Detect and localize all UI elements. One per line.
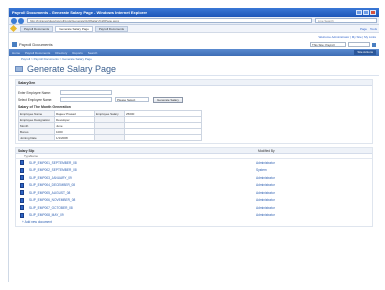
nav-item-home[interactable]: Home xyxy=(12,51,20,55)
word-document-icon xyxy=(20,167,24,173)
sharepoint-header: Payroll Documents This Site: Payroll xyxy=(9,40,379,49)
select-employee-label: Select Employee Name: xyxy=(18,97,53,102)
file-name-link[interactable]: SLIP_EMP003_JANUARY_09 xyxy=(29,176,256,180)
tab-bar: Payroll Documents Generate Salary Page P… xyxy=(9,24,379,33)
site-search-input[interactable] xyxy=(348,42,370,47)
enter-employee-label: Enter Employee Name: xyxy=(18,90,51,95)
word-document-icon xyxy=(20,197,24,203)
word-document-icon xyxy=(20,190,24,196)
file-name-link[interactable]: SLIP_EMP007_OCTOBER_08 xyxy=(29,206,256,210)
table-cell: 1/1/2008 xyxy=(54,134,95,141)
browser-window: Payroll Documents - Generate Salary Page… xyxy=(8,8,379,282)
salary-form: Enter Employee Name: Select Employee Nam… xyxy=(16,86,372,143)
modified-by-link[interactable]: Administrator xyxy=(256,161,275,165)
salary-slip-library: Salary Slip Modified By Type Name SLIP_E… xyxy=(15,147,373,227)
list-item[interactable]: SLIP_EMP002_SEPTEMBER_08 System xyxy=(16,167,372,175)
file-name-link[interactable]: SLIP_EMP002_SEPTEMBER_08 xyxy=(29,168,256,172)
word-document-icon xyxy=(20,160,24,166)
browser-tab-1[interactable]: Payroll Documents xyxy=(20,25,54,32)
page-title: Generate Salary Page xyxy=(27,63,117,74)
list-item[interactable]: SLIP_EMP004_DECEMBER_08 Administrator xyxy=(16,182,372,190)
library-title[interactable]: Salary Slip xyxy=(18,148,258,153)
nav-item-search[interactable]: Search xyxy=(88,51,98,55)
site-search: This Site: Payroll xyxy=(310,42,376,47)
command-bar: Page Tools xyxy=(360,27,377,31)
salary-gen-webpart: SalaryGen Enter Employee Name: Select Em… xyxy=(15,79,373,144)
maximize-icon[interactable] xyxy=(363,10,369,15)
table-row: Joining Date 1/1/2008 xyxy=(18,134,202,141)
window-title-bar: Payroll Documents - Generate Salary Page… xyxy=(9,8,379,17)
table-cell xyxy=(124,134,202,141)
file-name-link[interactable]: SLIP_EMP006_NOVEMBER_08 xyxy=(29,198,256,202)
page-title-row: Generate Salary Page xyxy=(9,62,379,76)
sharepoint-top-bar: Welcome Administrator | My Site | My Lin… xyxy=(9,33,379,40)
nav-item-payroll[interactable]: Payroll Documents xyxy=(25,51,50,55)
page-icon xyxy=(15,65,23,72)
word-document-icon xyxy=(20,212,24,218)
site-actions-button[interactable]: Site Actions xyxy=(354,50,376,55)
address-bar: http://intranet/sites/payroll/Lists/Gene… xyxy=(9,17,379,25)
list-item[interactable]: SLIP_EMP007_OCTOBER_08 Administrator xyxy=(16,204,372,212)
word-document-icon xyxy=(20,182,24,188)
nav-item-reports[interactable]: Reports xyxy=(72,51,83,55)
file-name-link[interactable]: SLIP_EMP005_AUGUST_08 xyxy=(29,191,256,195)
url-input[interactable]: http://intranet/sites/payroll/Lists/Gene… xyxy=(27,18,312,23)
word-document-icon xyxy=(20,205,24,211)
welcome-menu[interactable]: Welcome Administrator | My Site | My Lin… xyxy=(318,35,376,39)
employee-filter-input[interactable] xyxy=(60,97,112,102)
salary-section-title: Salary of The Month Generation xyxy=(18,105,71,109)
modified-by-link[interactable]: Administrator xyxy=(256,213,275,217)
generate-salary-button[interactable]: Generate Salary xyxy=(153,96,183,103)
file-name-link[interactable]: SLIP_EMP001_SEPTEMBER_08 xyxy=(29,161,256,165)
employee-name-input[interactable] xyxy=(60,90,112,95)
window-controls xyxy=(356,10,376,15)
site-logo-icon xyxy=(12,42,17,47)
list-item[interactable]: SLIP_EMP006_NOVEMBER_08 Administrator xyxy=(16,197,372,205)
search-scope-select[interactable]: This Site: Payroll xyxy=(310,42,346,47)
modified-by-link[interactable]: Administrator xyxy=(256,206,275,210)
table-cell xyxy=(94,134,125,141)
favorites-star-icon[interactable] xyxy=(9,24,18,33)
minimize-icon[interactable] xyxy=(356,10,362,15)
browser-tab-2[interactable]: Generate Salary Page xyxy=(55,25,93,32)
list-item[interactable]: SLIP_EMP008_MAY_09 Administrator xyxy=(16,212,372,220)
table-cell: Joining Date xyxy=(18,134,55,141)
modified-by-link[interactable]: Administrator xyxy=(256,191,275,195)
file-name-link[interactable]: SLIP_EMP008_MAY_09 xyxy=(29,213,256,217)
modified-by-link[interactable]: Administrator xyxy=(256,176,275,180)
modified-by-link[interactable]: System xyxy=(256,168,267,172)
browser-tab-3[interactable]: Payroll Documents xyxy=(94,25,129,32)
back-icon[interactable] xyxy=(11,17,17,24)
file-name-link[interactable]: SLIP_EMP004_DECEMBER_08 xyxy=(29,183,256,187)
modified-by-link[interactable]: Administrator xyxy=(256,183,275,187)
browser-search-input[interactable]: Live Search xyxy=(315,18,377,23)
name-column-header[interactable]: Name xyxy=(30,154,258,158)
list-item[interactable]: SLIP_EMP001_SEPTEMBER_08 Administrator xyxy=(16,159,372,167)
modified-by-link[interactable]: Administrator xyxy=(256,198,275,202)
modified-by-header[interactable]: Modified By xyxy=(258,148,275,153)
enter-employee-row: Enter Employee Name: xyxy=(18,89,370,96)
page-menu[interactable]: Page xyxy=(360,27,367,31)
list-item[interactable]: SLIP_EMP003_JANUARY_09 Administrator xyxy=(16,174,372,182)
employee-select[interactable]: Please Select xyxy=(115,97,149,102)
word-document-icon xyxy=(20,175,24,181)
window-title: Payroll Documents - Generate Salary Page… xyxy=(12,10,148,15)
select-employee-row: Select Employee Name: Please Select Gene… xyxy=(18,96,370,103)
top-navigation: Home Payroll Documents Directory Reports… xyxy=(9,49,379,56)
forward-icon[interactable] xyxy=(18,17,24,24)
close-icon[interactable] xyxy=(370,10,376,15)
tools-menu[interactable]: Tools xyxy=(370,27,377,31)
nav-item-directory[interactable]: Directory xyxy=(55,51,67,55)
salary-table: Employee Name Rajeev Prasad Employee Sal… xyxy=(18,110,202,141)
search-go-icon[interactable] xyxy=(372,42,376,47)
list-item[interactable]: SLIP_EMP005_AUGUST_08 Administrator xyxy=(16,189,372,197)
add-new-document-link[interactable]: + Add new document xyxy=(16,219,372,226)
site-title[interactable]: Payroll Documents xyxy=(19,42,53,47)
